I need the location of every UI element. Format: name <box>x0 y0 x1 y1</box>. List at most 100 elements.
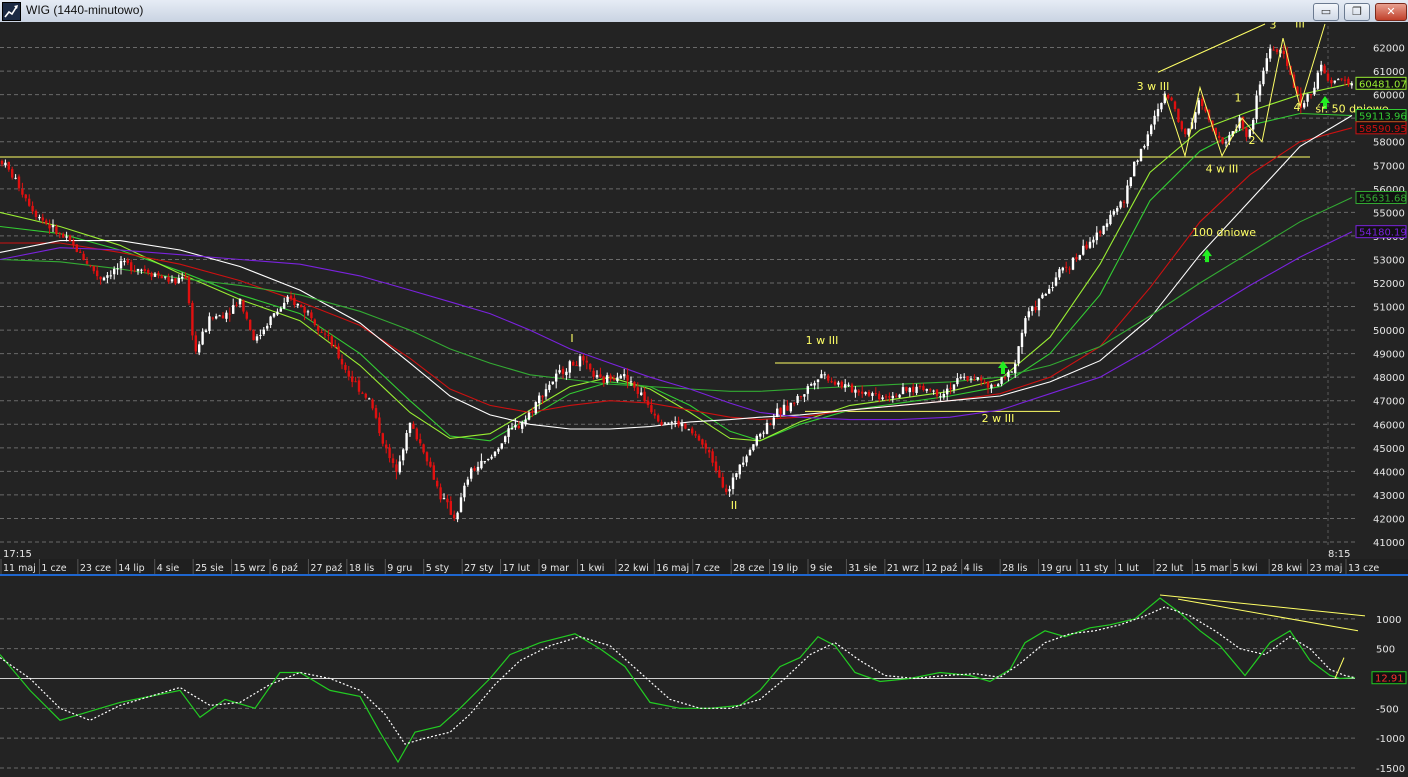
candle-body <box>96 270 99 277</box>
indicator-value-text: 55631.68 <box>1359 193 1407 204</box>
candle-body <box>687 429 690 431</box>
close-button[interactable]: ✕ <box>1375 3 1407 21</box>
date-tick-label: 27 paź <box>310 563 342 574</box>
candle-body <box>786 405 789 411</box>
candle-body <box>24 194 27 199</box>
candle-body <box>738 464 741 475</box>
candle-body <box>1020 332 1024 348</box>
candle-body <box>640 392 643 396</box>
candle-body <box>626 375 629 381</box>
candle-body <box>1170 97 1173 101</box>
candle-body <box>534 402 537 414</box>
candle-body <box>449 501 452 515</box>
candle-body <box>215 316 218 319</box>
candle-body <box>674 421 677 423</box>
candle-body <box>796 396 799 403</box>
candle-body <box>541 395 544 398</box>
candle-body <box>1306 93 1309 102</box>
candle-body <box>493 451 497 457</box>
candle-body <box>708 450 711 453</box>
candle-body <box>1150 125 1153 135</box>
candle-body <box>1333 80 1336 83</box>
candle-body <box>368 398 371 400</box>
candle-body <box>599 374 602 378</box>
price-tick-label: 43000 <box>1373 491 1405 502</box>
candle-body <box>21 189 24 195</box>
app-chart-icon[interactable] <box>2 2 21 21</box>
candle-body <box>293 297 296 306</box>
candle-body <box>1095 232 1098 241</box>
candle-body <box>147 270 150 274</box>
candle-body <box>1007 371 1010 378</box>
candle-body <box>255 336 259 341</box>
candle-body <box>646 400 650 406</box>
candle-body <box>867 391 871 396</box>
oscillator-value-text: 12.91 <box>1375 674 1404 685</box>
candle-body <box>949 387 952 389</box>
candle-body <box>99 276 102 280</box>
candle-body <box>300 304 303 308</box>
candle-body <box>782 404 786 415</box>
candle-body <box>327 334 330 336</box>
maximize-button[interactable]: ❐ <box>1344 3 1370 21</box>
candle-body <box>310 312 313 319</box>
candle-body <box>1160 102 1163 110</box>
candle-body <box>68 235 72 242</box>
candle-body <box>956 378 959 385</box>
candle-body <box>320 331 323 333</box>
chart-window: WIG (1440-minutowo) ▭ ❐ ✕ I II 1 w III 2 w … <box>0 0 1408 777</box>
candle-body <box>1303 103 1306 108</box>
candle-body <box>340 358 344 365</box>
candle-body <box>385 444 388 448</box>
candle-body <box>1265 58 1268 72</box>
candle-body <box>864 392 867 395</box>
candle-body <box>1326 73 1330 81</box>
candle-body <box>119 260 123 269</box>
candle-body <box>527 412 531 420</box>
candle-body <box>973 379 976 381</box>
title-bar[interactable]: WIG (1440-minutowo) ▭ ❐ ✕ <box>0 0 1408 23</box>
candle-body <box>140 269 143 271</box>
candle-body <box>762 432 765 434</box>
candle-body <box>0 160 4 165</box>
candle-body <box>1054 277 1058 286</box>
candle-body <box>742 462 745 465</box>
candle-body <box>830 381 833 383</box>
oscillator-tick-label: -500 <box>1376 704 1399 715</box>
chart-canvas[interactable]: III1 w III2 w III3 w III4 w III100 dniow… <box>0 22 1408 777</box>
minimize-button[interactable]: ▭ <box>1313 3 1339 21</box>
candle-body <box>436 480 439 487</box>
candle-body <box>1221 137 1224 144</box>
candle-body <box>1099 231 1102 234</box>
candle-body <box>558 370 561 373</box>
candle-body <box>58 233 61 235</box>
candle-body <box>514 425 517 428</box>
candle-body <box>925 389 928 391</box>
candle-body <box>1197 100 1200 114</box>
candle-body <box>1269 48 1272 59</box>
candle-body <box>259 334 262 336</box>
candle-body <box>606 375 609 383</box>
indicator-value-text: 58590.95 <box>1359 124 1407 135</box>
candle-body <box>521 423 524 429</box>
candle-body <box>225 312 228 319</box>
candle-body <box>408 422 412 433</box>
candle-body <box>1153 115 1156 125</box>
candle-body <box>402 449 405 461</box>
candle-body <box>694 434 697 436</box>
candle-body <box>388 447 391 459</box>
candle-body <box>806 386 809 394</box>
price-tick-label: 58000 <box>1373 138 1405 149</box>
date-tick-label: 28 cze <box>733 563 764 574</box>
candle-body <box>833 381 837 385</box>
date-tick-label: 19 lip <box>772 563 798 574</box>
wave-label: II <box>731 499 738 512</box>
date-tick-label: 23 maj <box>1310 563 1343 574</box>
candle-body <box>548 384 551 390</box>
candle-body <box>633 382 636 388</box>
price-tick-label: 52000 <box>1373 279 1405 290</box>
date-tick-label: 16 maj <box>656 563 689 574</box>
candle-body <box>959 377 962 379</box>
candle-body <box>793 402 796 404</box>
candle-body <box>446 498 449 503</box>
